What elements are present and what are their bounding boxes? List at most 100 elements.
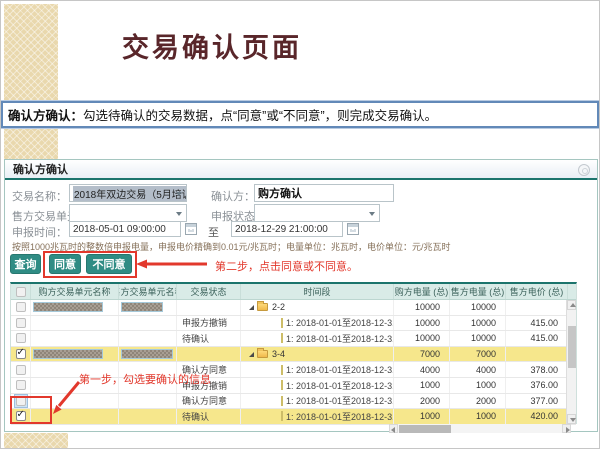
sell-qty: 2000 xyxy=(450,394,506,409)
seller-unit-select[interactable] xyxy=(69,204,187,222)
confirmer-input[interactable]: 购方确认 xyxy=(254,184,394,202)
buy-qty: 1000 xyxy=(394,378,450,393)
col-time-range: 时间段 xyxy=(241,284,394,299)
time-to-input[interactable]: 2018-12-29 21:00:00 xyxy=(231,221,343,237)
step1-arrow xyxy=(45,378,95,420)
tree-expand-icon[interactable] xyxy=(249,305,254,310)
vertical-scrollbar[interactable] xyxy=(566,300,576,424)
document-icon xyxy=(281,411,283,421)
report-status-select[interactable] xyxy=(254,204,380,222)
document-icon xyxy=(281,318,283,328)
row-checkbox[interactable] xyxy=(16,302,26,312)
document-icon xyxy=(281,365,283,375)
confirmer-value: 购方确认 xyxy=(258,185,302,201)
sell-price: 378.00 xyxy=(506,362,568,377)
table-row[interactable]: 申报方撤销 1: 2018-01-01至2018-12-31 10000 100… xyxy=(11,316,576,332)
trade-name-value: 2018年双边交易（5月培训发电企 xyxy=(73,186,187,201)
censored-seller-name xyxy=(121,302,163,312)
table-row[interactable]: 2-2 10000 10000 xyxy=(11,300,576,316)
table-row[interactable]: 待确认 1: 2018-01-01至2018-12-31 10000 10000… xyxy=(11,331,576,347)
row-checkbox[interactable] xyxy=(16,365,26,375)
trade-name-select[interactable]: 2018年双边交易（5月培训发电企 xyxy=(69,184,187,202)
select-all-checkbox[interactable] xyxy=(16,287,26,297)
horizontal-scrollbar[interactable] xyxy=(389,424,571,433)
time-range: 1: 2018-01-01至2018-12-31 xyxy=(286,394,394,407)
buy-qty: 2000 xyxy=(394,394,450,409)
table-row[interactable]: 确认方同意 1: 2018-01-01至2018-12-31 2000 2000… xyxy=(11,394,576,410)
time-group-label: 2-2 xyxy=(272,302,285,312)
sell-qty: 10000 xyxy=(450,331,506,346)
instruction-text: 勾选待确认的交易数据，点“同意”或“不同意”，则完成交易确认。 xyxy=(83,105,437,124)
tree-expand-icon[interactable] xyxy=(249,352,254,357)
calendar-icon[interactable] xyxy=(185,223,197,235)
document-icon xyxy=(281,333,283,343)
scroll-right-icon[interactable] xyxy=(562,424,571,433)
row-checkbox[interactable] xyxy=(16,380,26,390)
col-sell-qty: 售方电量 (总) xyxy=(450,284,506,299)
calendar-icon[interactable] xyxy=(347,223,359,235)
time-separator: 至 xyxy=(208,224,219,240)
scroll-up-icon[interactable] xyxy=(567,300,576,310)
sell-price: 420.00 xyxy=(506,409,568,424)
sell-price xyxy=(506,300,568,315)
buy-qty: 4000 xyxy=(394,362,450,377)
horizontal-scroll-thumb[interactable] xyxy=(399,425,451,433)
trade-status: 待确认 xyxy=(177,409,241,424)
decor-strip-top xyxy=(4,4,58,101)
report-time-label: 申报时间： xyxy=(12,224,67,240)
chevron-down-icon xyxy=(369,212,375,216)
query-button[interactable]: 查询 xyxy=(10,254,41,274)
col-buyer-unit: 购方交易单元名称 xyxy=(31,284,119,299)
buy-qty: 10000 xyxy=(394,300,450,315)
sell-qty: 1000 xyxy=(450,378,506,393)
col-trade-status: 交易状态 xyxy=(177,284,241,299)
vertical-scroll-thumb[interactable] xyxy=(568,326,576,368)
sell-qty: 10000 xyxy=(450,316,506,331)
row-checkbox[interactable] xyxy=(16,318,26,328)
slide: 交易确认页面 确认方确认：勾选待确认的交易数据，点“同意”或“不同意”，则完成交… xyxy=(0,0,600,449)
sell-price: 415.00 xyxy=(506,331,568,346)
buy-qty: 7000 xyxy=(394,347,450,362)
folder-icon xyxy=(257,303,268,311)
time-range: 1: 2018-01-01至2018-12-31 xyxy=(286,363,394,376)
sell-price: 415.00 xyxy=(506,316,568,331)
buy-qty: 10000 xyxy=(394,316,450,331)
trade-table: 购方交易单元名称 售方交易单元名称 交易状态 时间段 购方电量 (总) 售方电量… xyxy=(10,282,577,424)
row-checkbox[interactable] xyxy=(16,333,26,343)
table-row[interactable]: 待确认 1: 2018-01-01至2018-12-31 1000 1000 4… xyxy=(11,409,576,425)
step1-highlight-rect xyxy=(10,396,52,424)
scroll-down-icon[interactable] xyxy=(567,414,576,424)
table-row[interactable]: 3-4 7000 7000 xyxy=(11,347,576,363)
step1-annotation: 第一步，勾选要确认的信息 xyxy=(79,371,211,387)
trade-status xyxy=(177,347,241,362)
instruction-lead: 确认方确认： xyxy=(8,105,83,124)
trade-name-label: 交易名称： xyxy=(12,188,67,204)
scroll-left-icon[interactable] xyxy=(389,424,398,433)
decor-strip-mid xyxy=(4,128,58,159)
censored-buyer-name xyxy=(33,302,103,312)
col-buy-qty: 购方电量 (总) xyxy=(394,284,450,299)
buy-qty: 1000 xyxy=(394,409,450,424)
panel-collapse-icon[interactable] xyxy=(578,164,590,176)
page-title: 交易确认页面 xyxy=(122,26,302,65)
time-range: 1: 2018-01-01至2018-12-31 xyxy=(286,410,394,423)
panel-header: 确认方确认 xyxy=(5,160,597,180)
document-icon xyxy=(281,396,283,406)
chevron-down-icon xyxy=(176,192,182,196)
col-seller-unit: 售方交易单元名称 xyxy=(119,284,177,299)
time-group-label: 3-4 xyxy=(272,349,285,359)
time-from-input[interactable]: 2018-05-01 09:00:00 xyxy=(69,221,181,237)
document-icon xyxy=(281,380,283,390)
step2-arrow xyxy=(133,256,211,272)
time-range: 1: 2018-01-01至2018-12-31 xyxy=(286,379,394,392)
step2-annotation: 第二步，点击同意或不同意。 xyxy=(215,258,358,274)
confirm-panel: 确认方确认 交易名称： 2018年双边交易（5月培训发电企 确认方： 购方确认 … xyxy=(4,159,598,432)
trade-status xyxy=(177,300,241,315)
row-checkbox[interactable] xyxy=(16,349,26,359)
sell-qty: 1000 xyxy=(450,409,506,424)
sell-qty: 10000 xyxy=(450,300,506,315)
censored-seller-name xyxy=(121,349,173,359)
sell-price: 377.00 xyxy=(506,394,568,409)
instruction-box: 确认方确认：勾选待确认的交易数据，点“同意”或“不同意”，则完成交易确认。 xyxy=(1,101,599,128)
panel-title: 确认方确认 xyxy=(5,161,68,177)
